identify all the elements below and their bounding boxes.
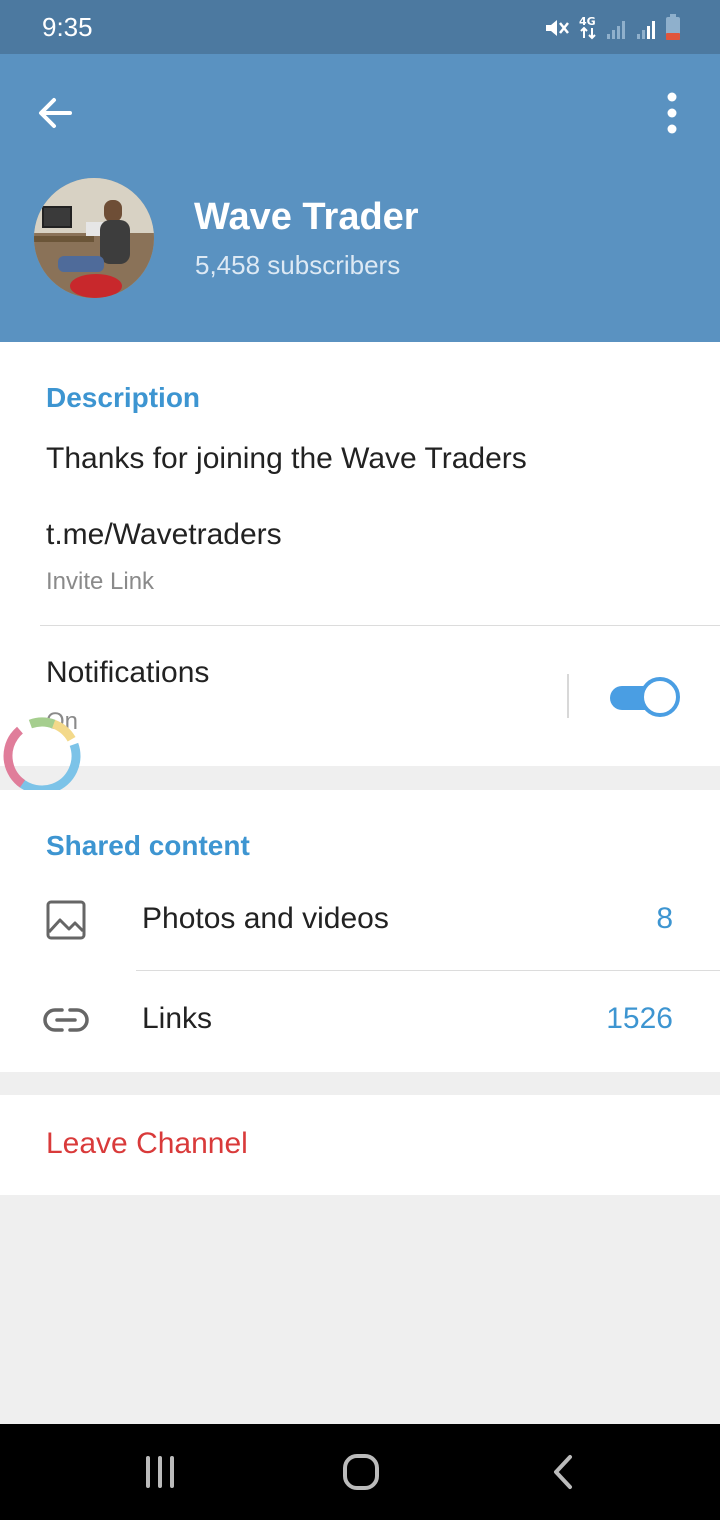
signal-icon	[637, 21, 655, 39]
toggle-separator	[567, 674, 569, 718]
shared-row-label: Links	[142, 1002, 213, 1035]
battery-icon	[666, 14, 680, 40]
subscriber-count: 5,458 subscribers	[195, 250, 401, 280]
link-icon	[43, 1008, 89, 1032]
shared-row-links[interactable]: Links 1526	[0, 970, 720, 1070]
back-arrow-icon[interactable]	[32, 90, 78, 136]
description-heading: Description	[46, 382, 201, 413]
status-time: 9:35	[42, 12, 93, 42]
channel-title: Wave Trader	[194, 196, 419, 238]
shared-row-count: 1526	[606, 1002, 673, 1035]
notifications-toggle[interactable]	[610, 677, 680, 717]
home-icon[interactable]	[331, 1452, 391, 1492]
toggle-knob	[640, 677, 680, 717]
leave-channel-card: Leave Channel	[0, 1095, 720, 1195]
back-icon[interactable]	[534, 1452, 594, 1492]
mute-icon	[546, 20, 569, 36]
status-icons: 4G	[544, 14, 680, 40]
image-icon	[46, 900, 86, 940]
shared-content-card: Shared content Photos and videos 8 Links…	[0, 790, 720, 1072]
recents-icon[interactable]	[130, 1452, 190, 1492]
svg-text:4G: 4G	[579, 15, 596, 28]
leave-channel-button[interactable]: Leave Channel	[46, 1127, 248, 1161]
shared-row-label: Photos and videos	[142, 902, 389, 935]
shared-row-count: 8	[656, 902, 673, 935]
channel-info-card: Description Thanks for joining the Wave …	[0, 342, 720, 766]
invite-link-label: Invite Link	[46, 568, 155, 595]
divider	[40, 625, 720, 626]
notifications-label[interactable]: Notifications	[46, 656, 209, 690]
channel-header: Wave Trader 5,458 subscribers	[0, 54, 720, 342]
status-bar: 9:35 4G	[0, 0, 720, 54]
4g-icon: 4G	[579, 15, 596, 40]
shared-content-heading: Shared content	[46, 830, 250, 861]
invite-link[interactable]: t.me/Wavetraders	[46, 518, 282, 552]
description-text: Thanks for joining the Wave Traders	[46, 442, 527, 475]
channel-avatar[interactable]	[34, 178, 154, 298]
signal-icon	[607, 21, 625, 39]
more-options-icon[interactable]	[652, 88, 692, 138]
system-nav-bar	[0, 1424, 720, 1520]
avatar-photo	[34, 178, 154, 298]
shared-row-photos[interactable]: Photos and videos 8	[0, 870, 720, 970]
loading-spinner-icon	[3, 717, 81, 795]
